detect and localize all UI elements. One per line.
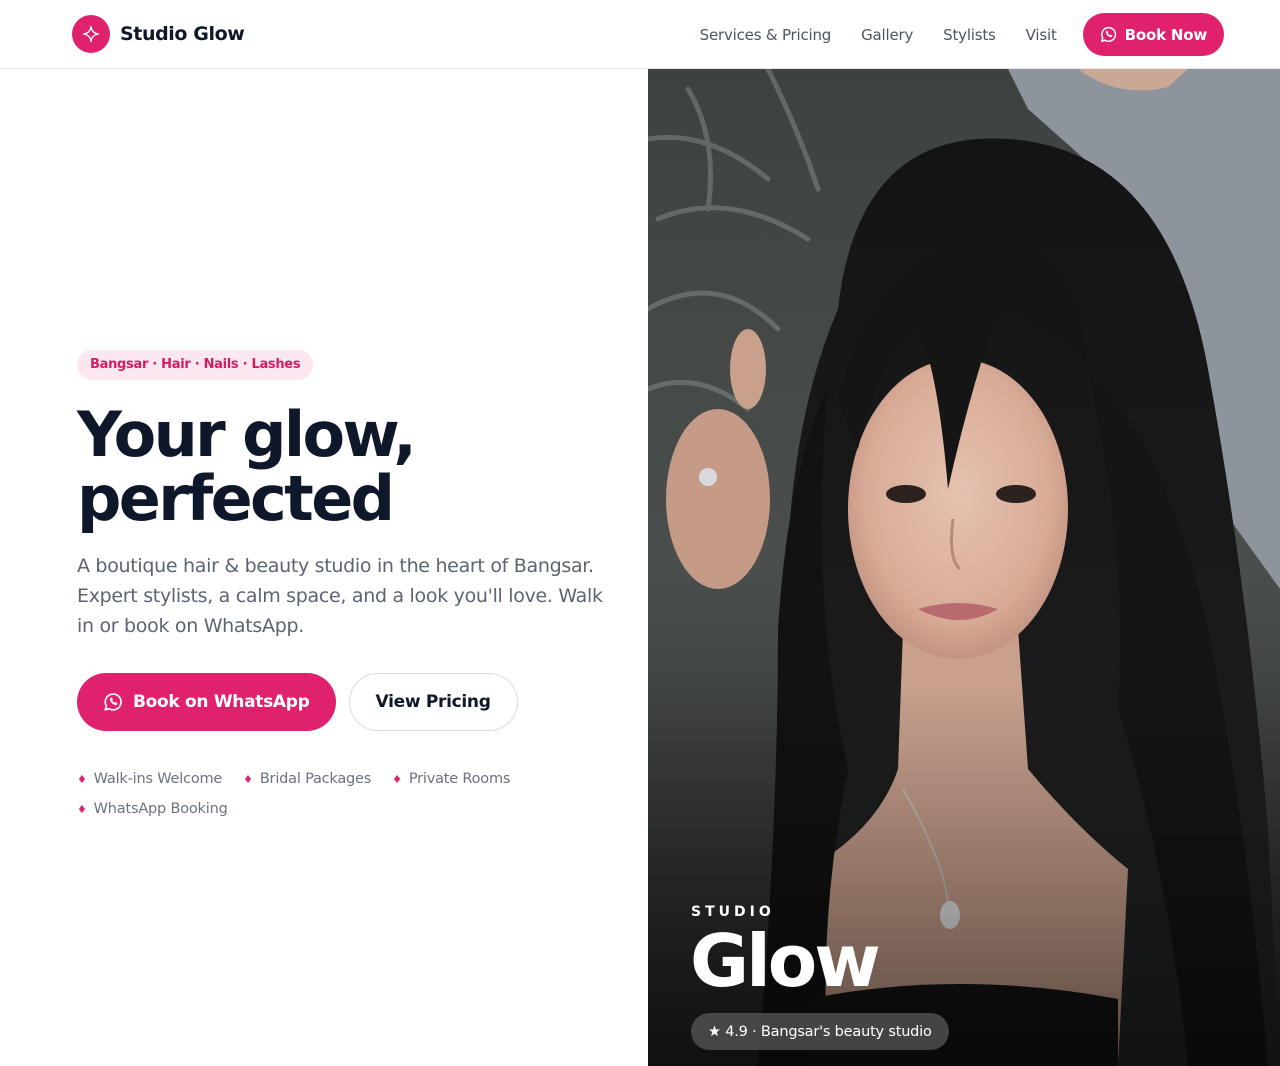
nav-link-services-pricing[interactable]: Services & Pricing: [700, 26, 832, 44]
brand-name: Studio Glow: [120, 23, 245, 45]
sparkle-icon: [72, 15, 110, 53]
headline-line-2: perfected: [77, 462, 395, 535]
feature-item: ♦ Private Rooms: [392, 764, 510, 794]
feature-label: Bridal Packages: [259, 771, 372, 787]
view-pricing-button[interactable]: View Pricing: [348, 673, 518, 731]
diamond-icon: ♦: [77, 802, 87, 816]
photo-overlay: [648, 686, 1280, 1066]
book-now-button[interactable]: Book Now: [1082, 13, 1224, 56]
nav-link-gallery[interactable]: Gallery: [861, 26, 913, 44]
whatsapp-icon: [1100, 26, 1116, 42]
view-pricing-label: View Pricing: [375, 692, 491, 712]
hero-content: Bangsar · Hair · Nails · Lashes Your glo…: [77, 350, 617, 824]
feature-label: Private Rooms: [408, 771, 511, 787]
photo-kicker: STUDIO: [691, 904, 775, 920]
hero-headline: Your glow, perfected: [77, 403, 617, 531]
brand-logo[interactable]: Studio Glow: [72, 15, 245, 53]
nav-link-stylists[interactable]: Stylists: [943, 26, 996, 44]
feature-item: ♦ Walk-ins Welcome: [77, 764, 222, 794]
hero-ctas: Book on WhatsApp View Pricing: [77, 673, 617, 731]
diamond-icon: ♦: [392, 772, 402, 786]
site-header: Studio Glow Services & Pricing Gallery S…: [0, 0, 1280, 69]
diamond-icon: ♦: [243, 772, 253, 786]
feature-label: Walk-ins Welcome: [93, 771, 223, 787]
headline-line-1: Your glow,: [77, 398, 417, 471]
rating-badge: ★ 4.9 · Bangsar's beauty studio: [691, 1013, 949, 1050]
nav-link-visit[interactable]: Visit: [1026, 26, 1057, 44]
book-now-label: Book Now: [1124, 25, 1208, 44]
book-on-whatsapp-button[interactable]: Book on WhatsApp: [77, 673, 336, 731]
whatsapp-icon: [104, 693, 122, 711]
main-nav: Services & Pricing Gallery Stylists Visi…: [700, 13, 1224, 56]
hero-photo-panel: STUDIO Glow ★ 4.9 · Bangsar's beauty stu…: [648, 69, 1280, 1066]
hero-lead: A boutique hair & beauty studio in the h…: [77, 555, 603, 637]
feature-list: ♦ Walk-ins Welcome ♦ Bridal Packages ♦ P…: [77, 764, 537, 824]
feature-item: ♦ WhatsApp Booking: [77, 794, 228, 824]
book-on-whatsapp-label: Book on WhatsApp: [133, 692, 310, 712]
location-tag: Bangsar · Hair · Nails · Lashes: [77, 350, 314, 380]
photo-title: Glow: [690, 919, 881, 1003]
feature-label: WhatsApp Booking: [93, 801, 228, 817]
diamond-icon: ♦: [77, 772, 87, 786]
feature-item: ♦ Bridal Packages: [243, 764, 371, 794]
